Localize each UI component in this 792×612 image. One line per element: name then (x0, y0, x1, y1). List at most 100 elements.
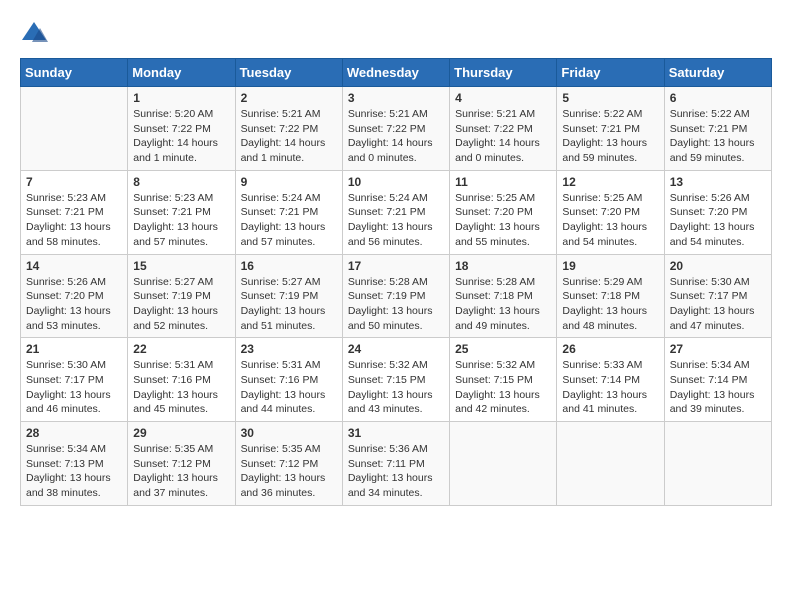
calendar-cell: 5 Sunrise: 5:22 AM Sunset: 7:21 PM Daylig… (557, 87, 664, 171)
calendar-cell (664, 422, 771, 506)
calendar-cell: 3 Sunrise: 5:21 AM Sunset: 7:22 PM Daylig… (342, 87, 449, 171)
date-number: 1 (133, 91, 229, 105)
cell-info: Sunrise: 5:27 AM Sunset: 7:19 PM Dayligh… (241, 275, 337, 334)
calendar-cell: 25Sunrise: 5:32 AM Sunset: 7:15 PM Dayli… (450, 338, 557, 422)
calendar-cell: 16 Sunrise: 5:27 AM Sunset: 7:19 PM Dayli… (235, 254, 342, 338)
calendar-cell: 6 Sunrise: 5:22 AM Sunset: 7:21 PM Daylig… (664, 87, 771, 171)
cell-info: Sunrise: 5:26 AM Sunset: 7:20 PM Dayligh… (26, 275, 122, 334)
calendar-cell: 22 Sunrise: 5:31 AM Sunset: 7:16 PM Dayli… (128, 338, 235, 422)
cell-info: Sunrise: 5:24 AM Sunset: 7:21 PM Dayligh… (348, 191, 444, 250)
cell-info: Sunrise: 5:28 AM Sunset: 7:19 PM Dayligh… (348, 275, 444, 334)
calendar-cell: 21 Sunrise: 5:30 AM Sunset: 7:17 PM Dayli… (21, 338, 128, 422)
date-number: 26 (562, 342, 658, 356)
calendar-cell: 13 Sunrise: 5:26 AM Sunset: 7:20 PM Dayli… (664, 170, 771, 254)
cell-info: Sunrise: 5:35 AM Sunset: 7:12 PM Dayligh… (241, 442, 337, 501)
cell-info: Sunrise: 5:22 AM Sunset: 7:21 PM Dayligh… (562, 107, 658, 166)
cell-info: Sunrise: 5:27 AM Sunset: 7:19 PM Dayligh… (133, 275, 229, 334)
cell-info: Sunrise: 5:31 AM Sunset: 7:16 PM Dayligh… (241, 358, 337, 417)
date-number: 20 (670, 259, 766, 273)
calendar-cell: 2 Sunrise: 5:21 AM Sunset: 7:22 PM Daylig… (235, 87, 342, 171)
calendar-table: SundayMondayTuesdayWednesdayThursdayFrid… (20, 58, 772, 506)
calendar-cell: 31 Sunrise: 5:36 AM Sunset: 7:11 PM Dayli… (342, 422, 449, 506)
calendar-cell: 8 Sunrise: 5:23 AM Sunset: 7:21 PM Daylig… (128, 170, 235, 254)
calendar-cell: 20 Sunrise: 5:30 AM Sunset: 7:17 PM Dayli… (664, 254, 771, 338)
date-number: 23 (241, 342, 337, 356)
cell-info: Sunrise: 5:35 AM Sunset: 7:12 PM Dayligh… (133, 442, 229, 501)
date-number: 16 (241, 259, 337, 273)
cell-info: Sunrise: 5:23 AM Sunset: 7:21 PM Dayligh… (26, 191, 122, 250)
calendar-cell (21, 87, 128, 171)
date-number: 27 (670, 342, 766, 356)
calendar-cell: 11 Sunrise: 5:25 AM Sunset: 7:20 PM Dayli… (450, 170, 557, 254)
date-number: 24 (348, 342, 444, 356)
date-number: 12 (562, 175, 658, 189)
date-number: 11 (455, 175, 551, 189)
date-number: 2 (241, 91, 337, 105)
cell-info: Sunrise: 5:34 AM Sunset: 7:14 PM Dayligh… (670, 358, 766, 417)
calendar-cell: 27 Sunrise: 5:34 AM Sunset: 7:14 PM Dayli… (664, 338, 771, 422)
calendar-cell: 1Sunrise: 5:20 AM Sunset: 7:22 PM Daylig… (128, 87, 235, 171)
calendar-cell: 19 Sunrise: 5:29 AM Sunset: 7:18 PM Dayli… (557, 254, 664, 338)
header-wednesday: Wednesday (342, 59, 449, 87)
header-saturday: Saturday (664, 59, 771, 87)
date-number: 22 (133, 342, 229, 356)
calendar-cell: 24Sunrise: 5:32 AM Sunset: 7:15 PM Dayli… (342, 338, 449, 422)
week-row-2: 7 Sunrise: 5:23 AM Sunset: 7:21 PM Daylig… (21, 170, 772, 254)
header-sunday: Sunday (21, 59, 128, 87)
calendar-cell: 18Sunrise: 5:28 AM Sunset: 7:18 PM Dayli… (450, 254, 557, 338)
date-number: 5 (562, 91, 658, 105)
cell-info: Sunrise: 5:21 AM Sunset: 7:22 PM Dayligh… (241, 107, 337, 166)
date-number: 19 (562, 259, 658, 273)
week-row-4: 21 Sunrise: 5:30 AM Sunset: 7:17 PM Dayli… (21, 338, 772, 422)
calendar-cell: 26 Sunrise: 5:33 AM Sunset: 7:14 PM Dayli… (557, 338, 664, 422)
calendar-cell (557, 422, 664, 506)
week-row-5: 28Sunrise: 5:34 AM Sunset: 7:13 PM Dayli… (21, 422, 772, 506)
cell-info: Sunrise: 5:33 AM Sunset: 7:14 PM Dayligh… (562, 358, 658, 417)
calendar-cell: 7 Sunrise: 5:23 AM Sunset: 7:21 PM Daylig… (21, 170, 128, 254)
calendar-cell: 23 Sunrise: 5:31 AM Sunset: 7:16 PM Dayli… (235, 338, 342, 422)
cell-info: Sunrise: 5:31 AM Sunset: 7:16 PM Dayligh… (133, 358, 229, 417)
cell-info: Sunrise: 5:24 AM Sunset: 7:21 PM Dayligh… (241, 191, 337, 250)
date-number: 7 (26, 175, 122, 189)
date-number: 9 (241, 175, 337, 189)
date-number: 13 (670, 175, 766, 189)
header-friday: Friday (557, 59, 664, 87)
calendar-cell (450, 422, 557, 506)
cell-info: Sunrise: 5:26 AM Sunset: 7:20 PM Dayligh… (670, 191, 766, 250)
date-number: 29 (133, 426, 229, 440)
date-number: 6 (670, 91, 766, 105)
cell-info: Sunrise: 5:36 AM Sunset: 7:11 PM Dayligh… (348, 442, 444, 501)
cell-info: Sunrise: 5:30 AM Sunset: 7:17 PM Dayligh… (26, 358, 122, 417)
date-number: 3 (348, 91, 444, 105)
date-number: 31 (348, 426, 444, 440)
cell-info: Sunrise: 5:22 AM Sunset: 7:21 PM Dayligh… (670, 107, 766, 166)
header-tuesday: Tuesday (235, 59, 342, 87)
date-number: 21 (26, 342, 122, 356)
cell-info: Sunrise: 5:29 AM Sunset: 7:18 PM Dayligh… (562, 275, 658, 334)
date-number: 10 (348, 175, 444, 189)
calendar-cell: 12 Sunrise: 5:25 AM Sunset: 7:20 PM Dayli… (557, 170, 664, 254)
date-number: 30 (241, 426, 337, 440)
date-number: 15 (133, 259, 229, 273)
logo-icon (20, 20, 48, 48)
date-number: 17 (348, 259, 444, 273)
calendar-cell: 17 Sunrise: 5:28 AM Sunset: 7:19 PM Dayli… (342, 254, 449, 338)
calendar-cell: 15 Sunrise: 5:27 AM Sunset: 7:19 PM Dayli… (128, 254, 235, 338)
calendar-cell: 10 Sunrise: 5:24 AM Sunset: 7:21 PM Dayli… (342, 170, 449, 254)
cell-info: Sunrise: 5:21 AM Sunset: 7:22 PM Dayligh… (455, 107, 551, 166)
calendar-cell: 29 Sunrise: 5:35 AM Sunset: 7:12 PM Dayli… (128, 422, 235, 506)
date-number: 4 (455, 91, 551, 105)
date-number: 28 (26, 426, 122, 440)
date-number: 25 (455, 342, 551, 356)
cell-info: Sunrise: 5:25 AM Sunset: 7:20 PM Dayligh… (455, 191, 551, 250)
cell-info: Sunrise: 5:21 AM Sunset: 7:22 PM Dayligh… (348, 107, 444, 166)
date-number: 8 (133, 175, 229, 189)
calendar-cell: 30 Sunrise: 5:35 AM Sunset: 7:12 PM Dayli… (235, 422, 342, 506)
week-row-1: 1Sunrise: 5:20 AM Sunset: 7:22 PM Daylig… (21, 87, 772, 171)
calendar-cell: 4 Sunrise: 5:21 AM Sunset: 7:22 PM Daylig… (450, 87, 557, 171)
cell-info: Sunrise: 5:30 AM Sunset: 7:17 PM Dayligh… (670, 275, 766, 334)
cell-info: Sunrise: 5:25 AM Sunset: 7:20 PM Dayligh… (562, 191, 658, 250)
cell-info: Sunrise: 5:23 AM Sunset: 7:21 PM Dayligh… (133, 191, 229, 250)
date-number: 14 (26, 259, 122, 273)
calendar-cell: 14 Sunrise: 5:26 AM Sunset: 7:20 PM Dayli… (21, 254, 128, 338)
